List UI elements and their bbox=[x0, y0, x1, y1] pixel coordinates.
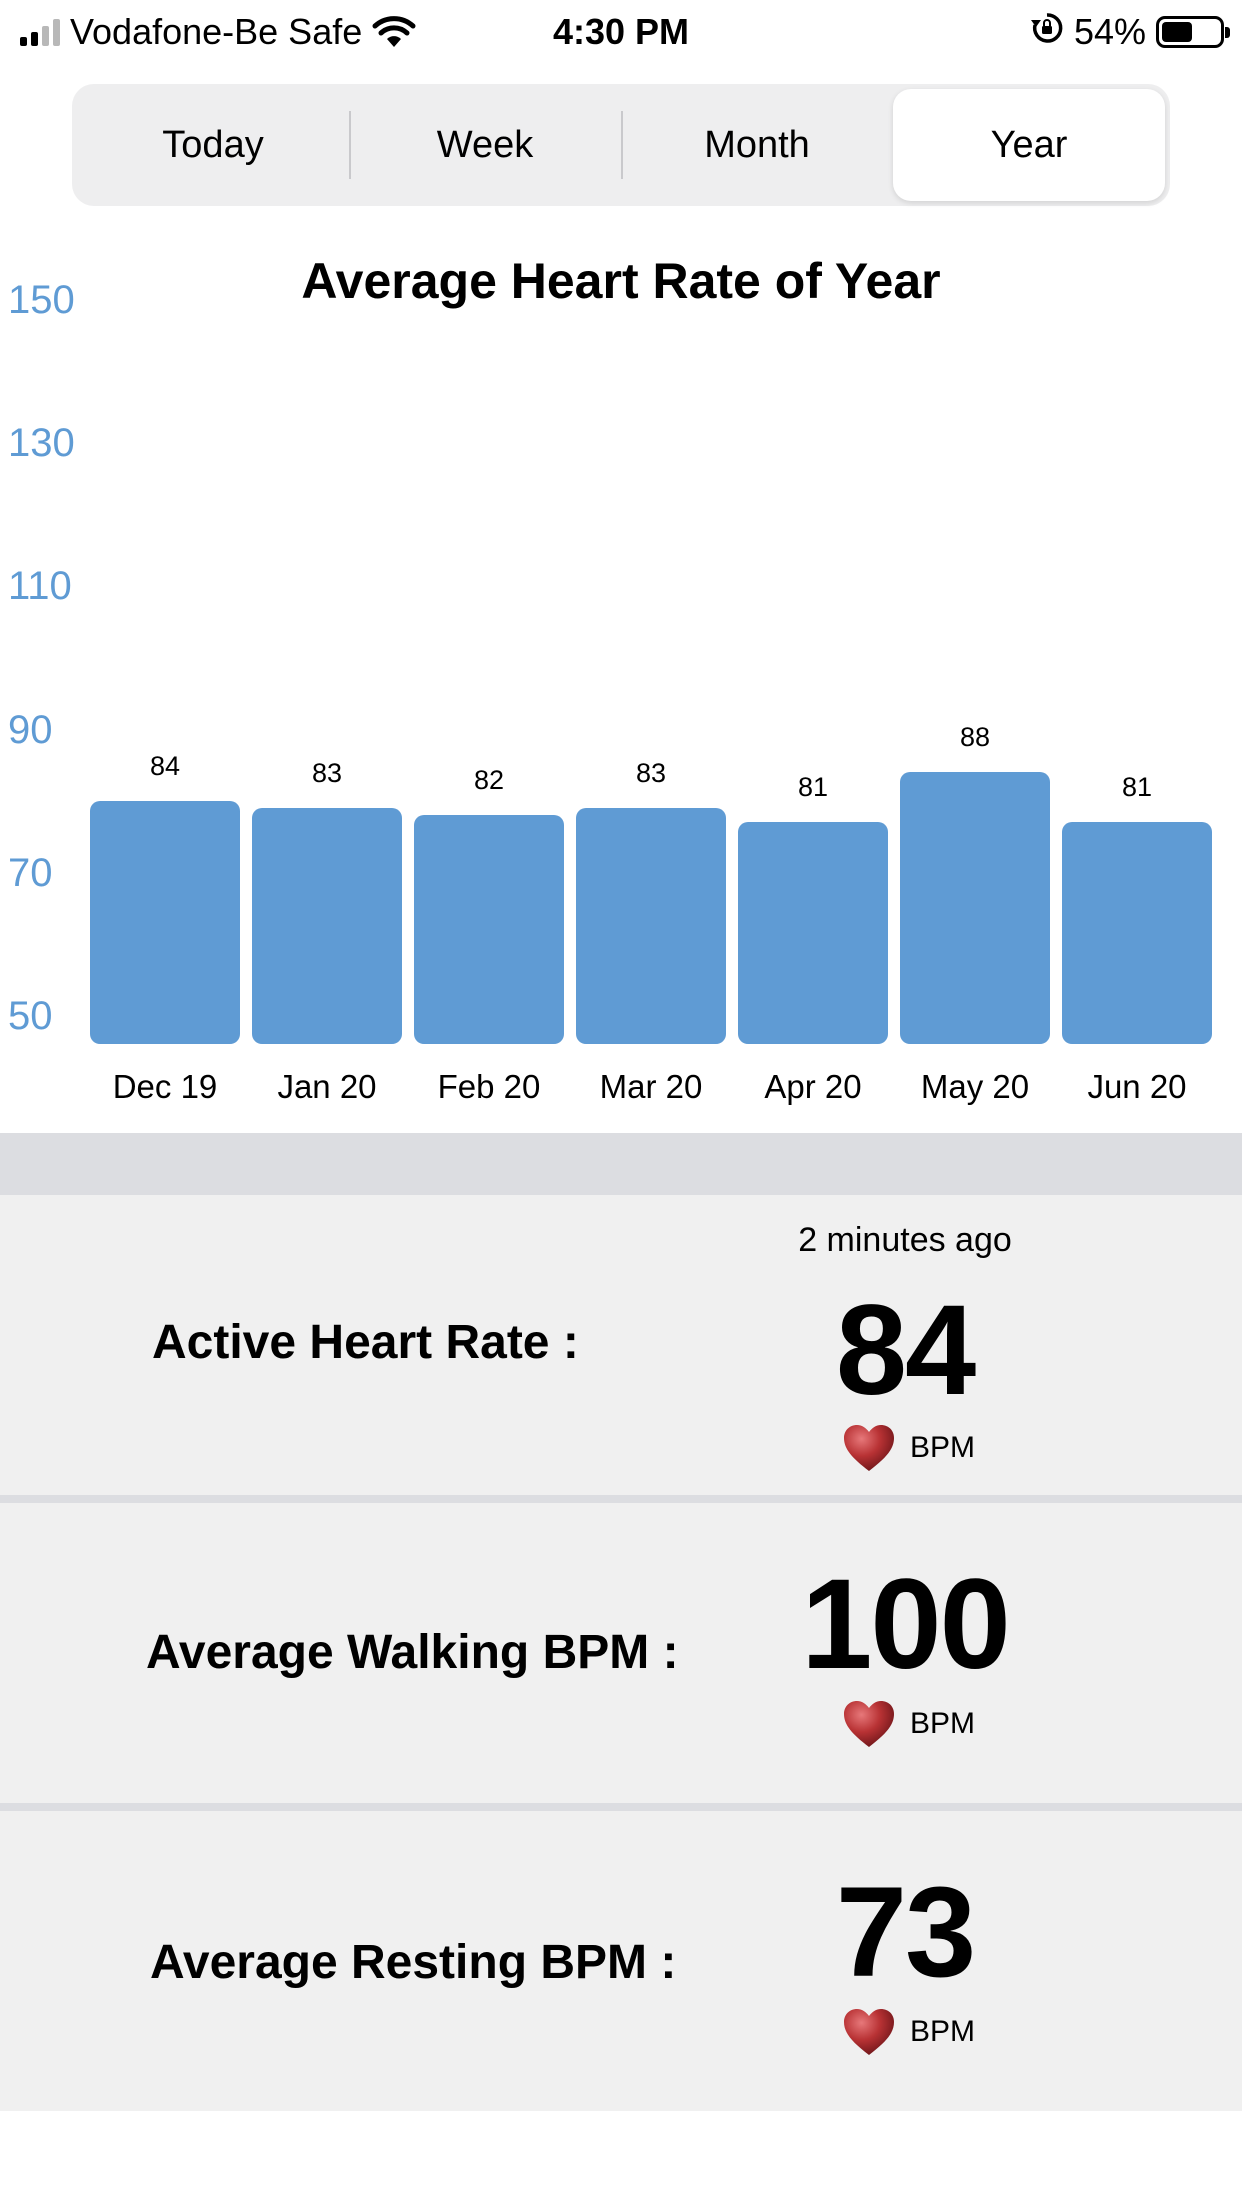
resting-bpm-card: Average Resting BPM : 73 BPM bbox=[0, 1811, 1242, 2111]
heart-icon bbox=[842, 2007, 896, 2057]
bar-value-label: 82 bbox=[473, 764, 505, 795]
active-heart-rate-card: Active Heart Rate : 2 minutes ago 84 BPM bbox=[0, 1195, 1242, 1495]
chart-bar[interactable] bbox=[414, 814, 564, 1044]
y-tick-label: 130 bbox=[8, 421, 75, 466]
y-tick-label: 50 bbox=[8, 994, 53, 1038]
y-tick-label: 90 bbox=[8, 707, 53, 752]
bpm-unit: BPM bbox=[910, 2015, 976, 2048]
chart-bar[interactable] bbox=[738, 822, 888, 1044]
segment-today[interactable]: Today bbox=[77, 89, 349, 201]
chart-title: Average Heart Rate of Year bbox=[301, 253, 941, 309]
bpm-unit-row: BPM bbox=[842, 2007, 975, 2057]
chart-bar[interactable] bbox=[252, 807, 402, 1044]
bar-value-label: 81 bbox=[1121, 772, 1153, 803]
chart-bar[interactable] bbox=[576, 807, 726, 1044]
active-heart-rate-value: 84 bbox=[835, 1279, 976, 1422]
y-tick-label: 70 bbox=[8, 850, 53, 895]
bar-value-label: 88 bbox=[959, 721, 991, 752]
active-heart-rate-label: Active Heart Rate : bbox=[152, 1316, 579, 1369]
bpm-unit: BPM bbox=[910, 1707, 976, 1740]
chart-bar[interactable] bbox=[900, 771, 1050, 1044]
walking-bpm-card: Average Walking BPM : 100 BPM bbox=[0, 1503, 1242, 1803]
segment-year[interactable]: Year bbox=[893, 89, 1165, 201]
card-divider bbox=[0, 1803, 1242, 1811]
resting-bpm-value: 73 bbox=[835, 1861, 976, 2004]
battery-icon bbox=[1156, 16, 1230, 48]
segment-month[interactable]: Month bbox=[621, 89, 893, 201]
status-right: 54% bbox=[1030, 10, 1230, 54]
last-updated-time: 2 minutes ago bbox=[798, 1221, 1012, 1259]
bpm-unit-row: BPM bbox=[842, 1423, 975, 1473]
walking-bpm-label: Average Walking BPM : bbox=[146, 1626, 679, 1679]
bar-value-label: 84 bbox=[149, 750, 181, 781]
y-tick-label: 150 bbox=[8, 278, 75, 322]
heart-icon bbox=[842, 1423, 896, 1473]
chart-bar[interactable] bbox=[90, 800, 240, 1044]
bpm-unit: BPM bbox=[910, 1431, 976, 1464]
period-segmented-control: Today Week Month Year bbox=[72, 84, 1170, 206]
bar-value-label: 81 bbox=[797, 772, 829, 803]
card-divider bbox=[0, 1495, 1242, 1503]
section-separator bbox=[0, 1133, 1242, 1195]
y-tick-label: 110 bbox=[8, 564, 72, 609]
rotation-lock-icon bbox=[1030, 11, 1064, 54]
walking-bpm-value: 100 bbox=[801, 1553, 1011, 1696]
heart-icon bbox=[842, 1699, 896, 1749]
resting-bpm-label: Average Resting BPM : bbox=[150, 1936, 677, 1989]
status-bar: Vodafone-Be Safe 4:30 PM 54% bbox=[0, 0, 1242, 62]
x-axis-label: Jun 20 bbox=[1087, 1068, 1187, 1105]
bar-value-label: 83 bbox=[311, 757, 343, 788]
chart-bar[interactable] bbox=[1062, 822, 1212, 1044]
battery-percent: 54% bbox=[1073, 11, 1146, 52]
bpm-unit-row: BPM bbox=[842, 1699, 975, 1749]
bar-value-label: 83 bbox=[635, 757, 667, 788]
segment-week[interactable]: Week bbox=[349, 89, 621, 201]
